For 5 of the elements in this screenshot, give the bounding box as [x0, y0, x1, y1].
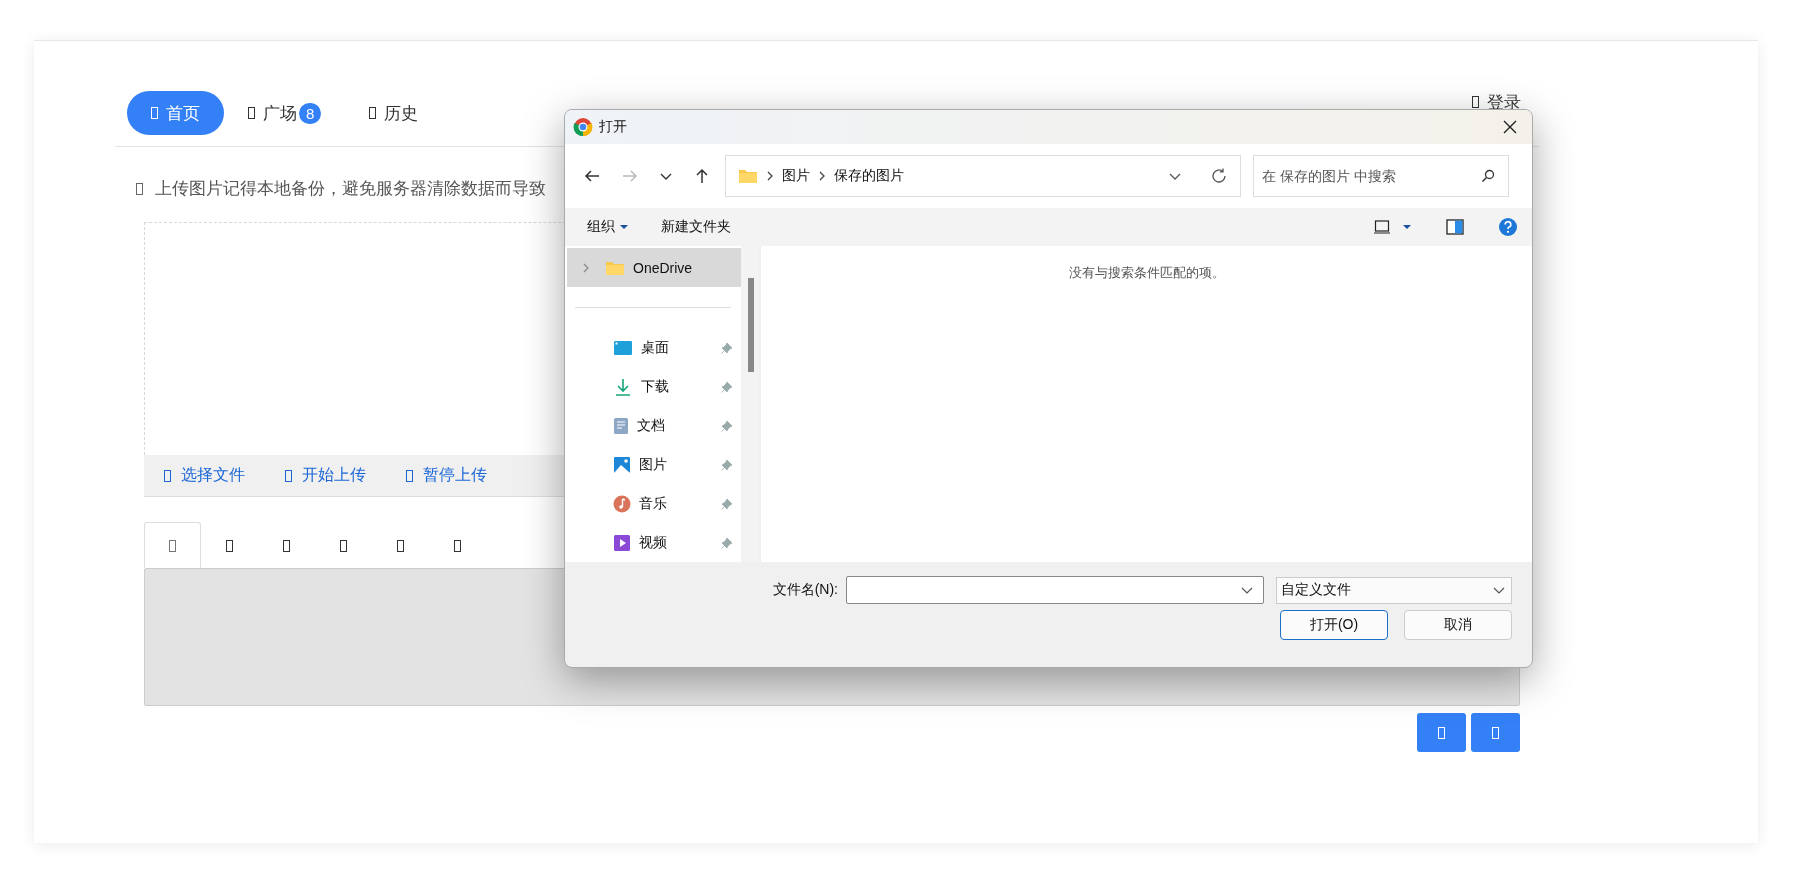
filename-label: 文件名(N): — [772, 581, 838, 599]
notice-text: 上传图片记得本地备份，避免服务器清除数据而导致 — [155, 178, 546, 200]
empty-message: 没有与搜索条件匹配的项。 — [1068, 264, 1225, 282]
count-badge: 8 — [299, 102, 322, 124]
dialog-title: 打开 — [599, 118, 628, 136]
